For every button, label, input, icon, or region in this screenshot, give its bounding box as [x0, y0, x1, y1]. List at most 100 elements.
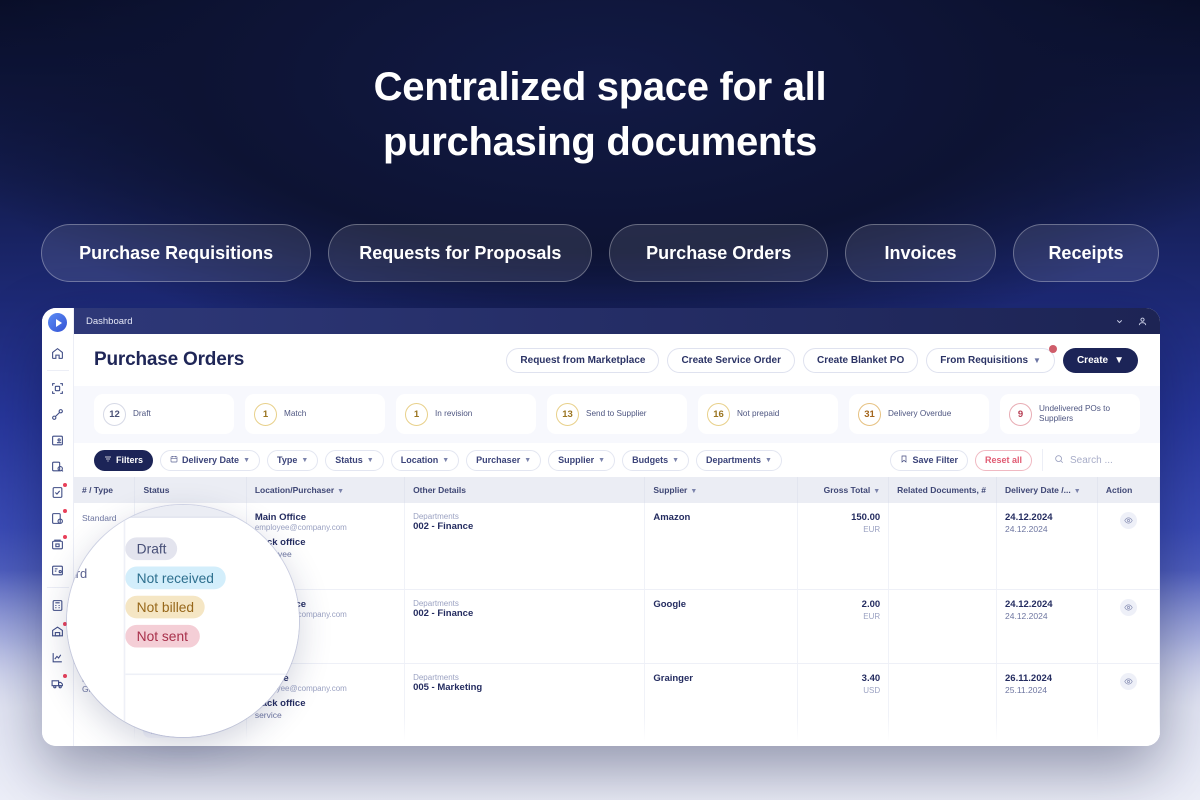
chevron-down-icon[interactable]	[1115, 317, 1124, 326]
stat-draft[interactable]: 12 Draft	[94, 394, 234, 434]
details-label: Departments	[413, 673, 636, 682]
filter-departments[interactable]: Departments ▼	[696, 450, 782, 471]
magnifier-row-2	[125, 675, 299, 737]
cell-gross-total: 2.00 EUR	[797, 590, 888, 664]
column-other-details[interactable]: Other Details	[405, 477, 645, 503]
filter-budgets[interactable]: Budgets ▼	[622, 450, 689, 471]
save-filter-button[interactable]: Save Filter	[890, 450, 968, 471]
filter-lines-icon	[104, 455, 112, 465]
stat-send-to-supplier[interactable]: 13 Send to Supplier	[547, 394, 687, 434]
sidebar-item-network[interactable]	[47, 404, 69, 424]
create-button[interactable]: Create ▼	[1063, 348, 1138, 373]
sidebar-item-box-scan[interactable]	[47, 378, 69, 398]
sidebar-item-document-search[interactable]	[47, 456, 69, 476]
filter-status[interactable]: Status ▼	[325, 450, 383, 471]
row-supplier: Google	[653, 599, 788, 610]
column-related-documents[interactable]: Related Documents, #	[889, 477, 997, 503]
sidebar-item-calculator[interactable]	[47, 595, 69, 615]
stat-label: Send to Supplier	[586, 409, 647, 419]
stat-count: 16	[707, 403, 730, 426]
request-from-marketplace-button[interactable]: Request from Marketplace	[506, 348, 659, 373]
column-supplier[interactable]: Supplier▼	[645, 477, 797, 503]
sidebar-divider	[47, 587, 69, 588]
stat-undelivered-pos[interactable]: 9 Undelivered POs to Suppliers	[1000, 394, 1140, 434]
filter-supplier[interactable]: Supplier ▼	[548, 450, 615, 471]
magnifier-left-column: Standard From Grainger	[67, 518, 125, 737]
search-box[interactable]	[1042, 449, 1144, 471]
details-label: Departments	[413, 599, 636, 608]
pill-purchase-requisitions[interactable]: Purchase Requisitions	[41, 224, 311, 282]
stat-in-revision[interactable]: 1 In revision	[396, 394, 536, 434]
filter-label: Purchaser	[476, 455, 520, 465]
stat-count: 1	[405, 403, 428, 426]
stat-match[interactable]: 1 Match	[245, 394, 385, 434]
stat-label: Not prepaid	[737, 409, 779, 419]
chevron-down-icon: ▼	[367, 457, 374, 464]
sidebar-item-checklist[interactable]	[47, 482, 69, 502]
filters-button[interactable]: Filters	[94, 450, 153, 471]
column-number-type[interactable]: # / Type	[74, 477, 135, 503]
breadcrumb[interactable]: Dashboard	[86, 316, 132, 327]
cell-other-details: Departments 002 - Finance	[405, 590, 645, 664]
reset-all-button[interactable]: Reset all	[975, 450, 1032, 471]
sidebar-item-delivery-truck[interactable]	[47, 673, 69, 693]
create-blanket-po-button[interactable]: Create Blanket PO	[803, 348, 918, 373]
view-icon[interactable]	[1120, 673, 1137, 690]
from-requisitions-button[interactable]: From Requisitions ▼	[926, 348, 1055, 373]
status-badge: Not sent	[125, 625, 199, 648]
chevron-down-icon: ▼	[690, 488, 697, 495]
stat-label: Match	[284, 409, 306, 419]
column-delivery-date[interactable]: Delivery Date /...▼	[997, 477, 1098, 503]
magnifier-row-1: Draft Not received Not billed Not sent	[125, 518, 299, 675]
sidebar-item-warehouse[interactable]	[47, 621, 69, 641]
pill-purchase-orders[interactable]: Purchase Orders	[609, 224, 828, 282]
chevron-down-icon: ▼	[524, 457, 531, 464]
filter-type[interactable]: Type ▼	[267, 450, 318, 471]
sidebar-item-home[interactable]	[47, 343, 69, 363]
table-header-row: # / Type Status Location/Purchaser▼ Othe…	[74, 477, 1160, 503]
cell-related-documents	[889, 664, 997, 747]
filter-delivery-date[interactable]: Delivery Date ▼	[160, 450, 260, 471]
app-titlebar: Dashboard	[74, 308, 1160, 334]
cell-gross-total: 150.00 EUR	[797, 503, 888, 590]
pill-requests-for-proposals[interactable]: Requests for Proposals	[328, 224, 592, 282]
user-avatar-icon[interactable]	[1137, 316, 1148, 327]
stat-not-prepaid[interactable]: 16 Not prepaid	[698, 394, 838, 434]
view-icon[interactable]	[1120, 599, 1137, 616]
column-location-purchaser[interactable]: Location/Purchaser▼	[246, 477, 404, 503]
pill-receipts[interactable]: Receipts	[1013, 224, 1159, 282]
column-gross-total[interactable]: Gross Total▼	[797, 477, 888, 503]
row-currency: EUR	[806, 612, 880, 621]
filter-bar: Filters Delivery Date ▼ Type ▼ Status ▼ …	[74, 443, 1160, 477]
filter-purchaser[interactable]: Purchaser ▼	[466, 450, 541, 471]
cell-action	[1097, 590, 1159, 664]
chevron-down-icon: ▼	[301, 457, 308, 464]
app-logo-icon[interactable]	[48, 313, 67, 332]
headline-line-1: Centralized space for all	[0, 60, 1200, 115]
row-gross-total: 3.40	[806, 673, 880, 684]
search-input[interactable]	[1070, 455, 1144, 466]
stat-delivery-overdue[interactable]: 31 Delivery Overdue	[849, 394, 989, 434]
column-status[interactable]: Status	[135, 477, 246, 503]
stat-chips: 12 Draft 1 Match 1 In revision 13 Send t…	[94, 394, 1140, 434]
row-delivery-date-sub: 25.11.2024	[1005, 685, 1089, 695]
sidebar-item-contact-card[interactable]	[47, 430, 69, 450]
sidebar-item-purchase-order[interactable]	[47, 534, 69, 554]
sidebar-divider	[47, 370, 69, 371]
filter-label: Status	[335, 455, 363, 465]
sidebar-item-approval[interactable]	[47, 508, 69, 528]
save-filter-label: Save Filter	[912, 455, 958, 465]
sidebar-item-invoice[interactable]	[47, 560, 69, 580]
notification-dot	[63, 622, 67, 626]
page-headline: Centralized space for all purchasing doc…	[0, 60, 1200, 170]
filter-label: Supplier	[558, 455, 594, 465]
filter-location[interactable]: Location ▼	[391, 450, 459, 471]
row-supplier: Amazon	[653, 512, 788, 523]
create-service-order-button[interactable]: Create Service Order	[667, 348, 795, 373]
bookmark-icon	[900, 455, 908, 465]
cell-related-documents	[889, 503, 997, 590]
pill-invoices[interactable]: Invoices	[845, 224, 996, 282]
sidebar-item-analytics[interactable]	[47, 647, 69, 667]
view-icon[interactable]	[1120, 512, 1137, 529]
magnifier-row3-type-line1: From	[67, 704, 117, 719]
